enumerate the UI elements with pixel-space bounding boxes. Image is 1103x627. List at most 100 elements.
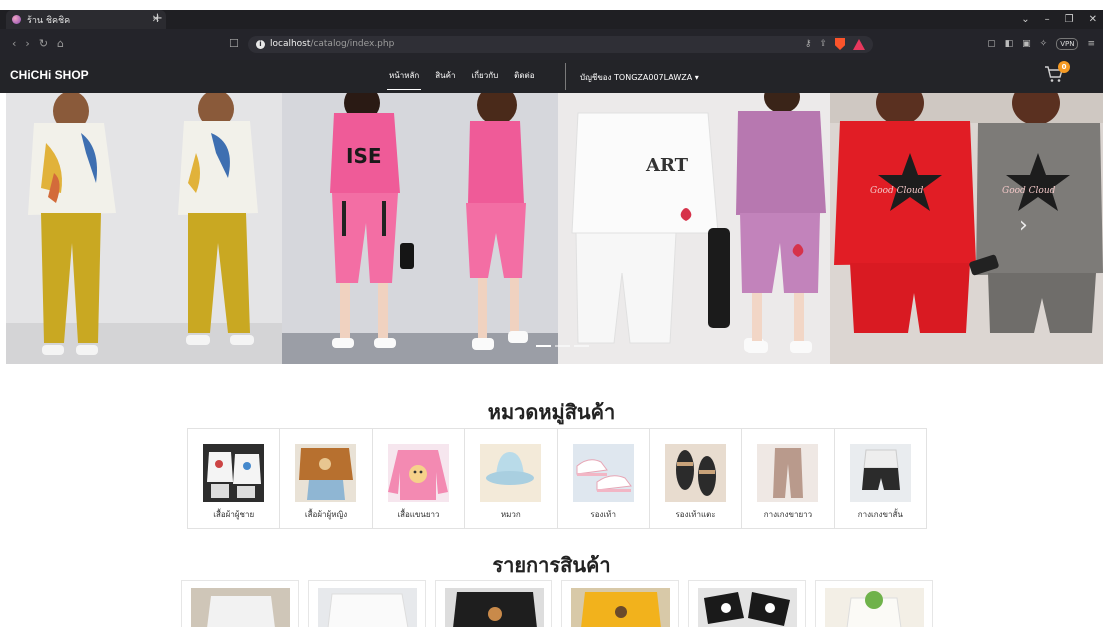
- nav-buttons: ‹ › ↻ ⌂: [12, 37, 64, 50]
- new-tab-icon[interactable]: +: [152, 11, 163, 26]
- brand-logo[interactable]: CHiCHi SHOP: [10, 68, 89, 82]
- restore-icon[interactable]: ❐: [1065, 14, 1074, 25]
- product-image: [444, 588, 544, 627]
- carousel-dot-1[interactable]: [536, 345, 551, 347]
- hero-print-art: ART: [645, 155, 689, 176]
- category-label: กางเกงขาสั้น: [857, 510, 903, 519]
- extensions-icon[interactable]: ▢: [987, 39, 996, 49]
- site-navbar: CHiCHi SHOP หน้าหลัก สินค้า เกี่ยวกับ ติ…: [0, 60, 1103, 93]
- home-icon[interactable]: ⌂: [57, 37, 64, 50]
- long-sleeve-photo: [387, 444, 449, 502]
- product-list: [181, 580, 933, 627]
- hero-print-cloud-b: Good Cloud: [1002, 186, 1056, 196]
- hero-print-ise: ISE: [346, 144, 382, 168]
- brave-rewards-icon[interactable]: [853, 38, 865, 50]
- nav-divider: [565, 63, 566, 90]
- product-card[interactable]: [307, 580, 426, 627]
- carousel-dot-3[interactable]: [574, 345, 589, 347]
- category-list: เสื้อผ้าผู้ชาย เสื้อผ้าผู้หญิง เสื้อแขนย…: [187, 428, 927, 529]
- nav-contact[interactable]: ติดต่อ: [514, 69, 534, 84]
- category-label: รองเท้าแตะ: [675, 510, 716, 519]
- url-host: localhost: [270, 39, 311, 49]
- product-image: [571, 588, 671, 627]
- forward-icon[interactable]: ›: [25, 37, 29, 50]
- tab-search-icon[interactable]: ⌄: [1021, 14, 1029, 25]
- tab-title: ร้าน ชิคชิค: [27, 15, 71, 26]
- brave-shield-icon[interactable]: [835, 38, 845, 50]
- women-clothes-photo: [295, 444, 357, 502]
- category-item-sandals[interactable]: รองเท้าแตะ: [650, 429, 743, 528]
- category-label: เสื้อผ้าผู้หญิง: [304, 510, 348, 519]
- shorts-photo: [849, 444, 911, 502]
- site-favicon-icon: [12, 15, 21, 24]
- minimize-icon[interactable]: –: [1045, 14, 1050, 25]
- menu-icon[interactable]: ≡: [1087, 39, 1095, 49]
- address-bar[interactable]: i localhost/catalog/index.php ⚷ ⇪: [248, 36, 873, 53]
- category-item-shorts[interactable]: กางเกงขาสั้น: [835, 429, 926, 528]
- category-item-women[interactable]: เสื้อผ้าผู้หญิง: [280, 429, 373, 528]
- browser-tab[interactable]: ร้าน ชิคชิค ✕: [6, 10, 166, 29]
- key-icon[interactable]: ⚷: [805, 39, 812, 49]
- carousel-dot-2[interactable]: [555, 345, 570, 347]
- products-title: รายการสินค้า: [492, 553, 611, 577]
- hero-image-1: [6, 93, 282, 364]
- category-item-men[interactable]: เสื้อผ้าผู้ชาย: [188, 429, 281, 528]
- category-label: เสื้อผ้าผู้ชาย: [213, 510, 255, 519]
- carousel-indicators: [536, 345, 589, 347]
- url-text[interactable]: localhost/catalog/index.php: [270, 39, 394, 49]
- product-card[interactable]: [181, 580, 299, 627]
- hero-image-4: Good Cloud Good Cloud: [830, 93, 1103, 364]
- product-image: [317, 588, 417, 627]
- category-item-long-pants[interactable]: กางเกงขายาว: [742, 429, 835, 528]
- category-label: กางเกงขายาว: [763, 510, 813, 519]
- nav-about[interactable]: เกี่ยวกับ: [471, 69, 498, 84]
- hat-photo: [480, 444, 542, 502]
- category-label: เสื้อแขนยาว: [397, 510, 440, 519]
- nav-home[interactable]: หน้าหลัก: [386, 69, 422, 90]
- category-item-long-sleeve[interactable]: เสื้อแขนยาว: [373, 429, 466, 528]
- product-image: [191, 588, 290, 627]
- back-icon[interactable]: ‹: [12, 37, 16, 50]
- site-info-icon[interactable]: i: [256, 40, 265, 49]
- product-image: [825, 588, 925, 627]
- long-pants-photo: [757, 444, 819, 502]
- category-label: หมวก: [500, 510, 521, 519]
- vpn-button[interactable]: VPN: [1056, 38, 1079, 50]
- category-label: รองเท้า: [590, 510, 616, 519]
- product-card[interactable]: [688, 580, 807, 627]
- product-card[interactable]: [434, 580, 553, 627]
- browser-tab-bar: ร้าน ชิคชิค ✕ + ⌄ – ❐ ✕: [0, 10, 1103, 29]
- product-image: [698, 588, 798, 627]
- browser-toolbar: ‹ › ↻ ⌂ ☐ i localhost/catalog/index.php …: [0, 29, 1103, 60]
- account-label: บัญชีของ TONGZA007LAWZA: [580, 73, 693, 82]
- men-clothes-photo: [203, 444, 264, 502]
- leo-icon[interactable]: ✧: [1040, 39, 1048, 49]
- toolbar-extras: ▢ ◧ ▣ ✧ VPN ≡: [987, 38, 1095, 50]
- url-path: /catalog/index.php: [310, 39, 395, 49]
- sidebar-icon[interactable]: ◧: [1005, 39, 1014, 49]
- hero-image-3: ART: [558, 93, 830, 364]
- hero-print-cloud-a: Good Cloud: [870, 186, 924, 196]
- category-item-hat[interactable]: หมวก: [465, 429, 558, 528]
- sandals-photo: [664, 444, 726, 502]
- main-menu: หน้าหลัก สินค้า เกี่ยวกับ ติดต่อ: [386, 60, 535, 93]
- nav-products[interactable]: สินค้า: [435, 69, 455, 84]
- share-icon[interactable]: ⇪: [819, 39, 827, 49]
- wallet-icon[interactable]: ▣: [1022, 39, 1031, 49]
- window-controls: ⌄ – ❐ ✕: [1021, 10, 1103, 29]
- account-dropdown[interactable]: บัญชีของ TONGZA007LAWZA ▾: [580, 71, 699, 84]
- cart-count-badge: 0: [1058, 61, 1070, 73]
- categories-title: หมวดหมู่สินค้า: [487, 400, 616, 424]
- close-window-icon[interactable]: ✕: [1089, 14, 1097, 25]
- hero-image-2: ISE: [282, 93, 558, 364]
- category-item-shoes[interactable]: รองเท้า: [558, 429, 650, 528]
- vpn-label: VPN: [1060, 40, 1075, 48]
- shoes-photo: [572, 444, 634, 502]
- hero-carousel[interactable]: ISE ART Good Cloud Good Cloud ›: [6, 93, 1103, 364]
- product-card[interactable]: [815, 580, 933, 627]
- model-4a: Good Cloud: [834, 93, 976, 333]
- reload-icon[interactable]: ↻: [39, 37, 48, 50]
- bookmark-icon[interactable]: ☐: [229, 37, 239, 50]
- carousel-next-icon[interactable]: ›: [1019, 213, 1028, 238]
- product-card[interactable]: [561, 580, 680, 627]
